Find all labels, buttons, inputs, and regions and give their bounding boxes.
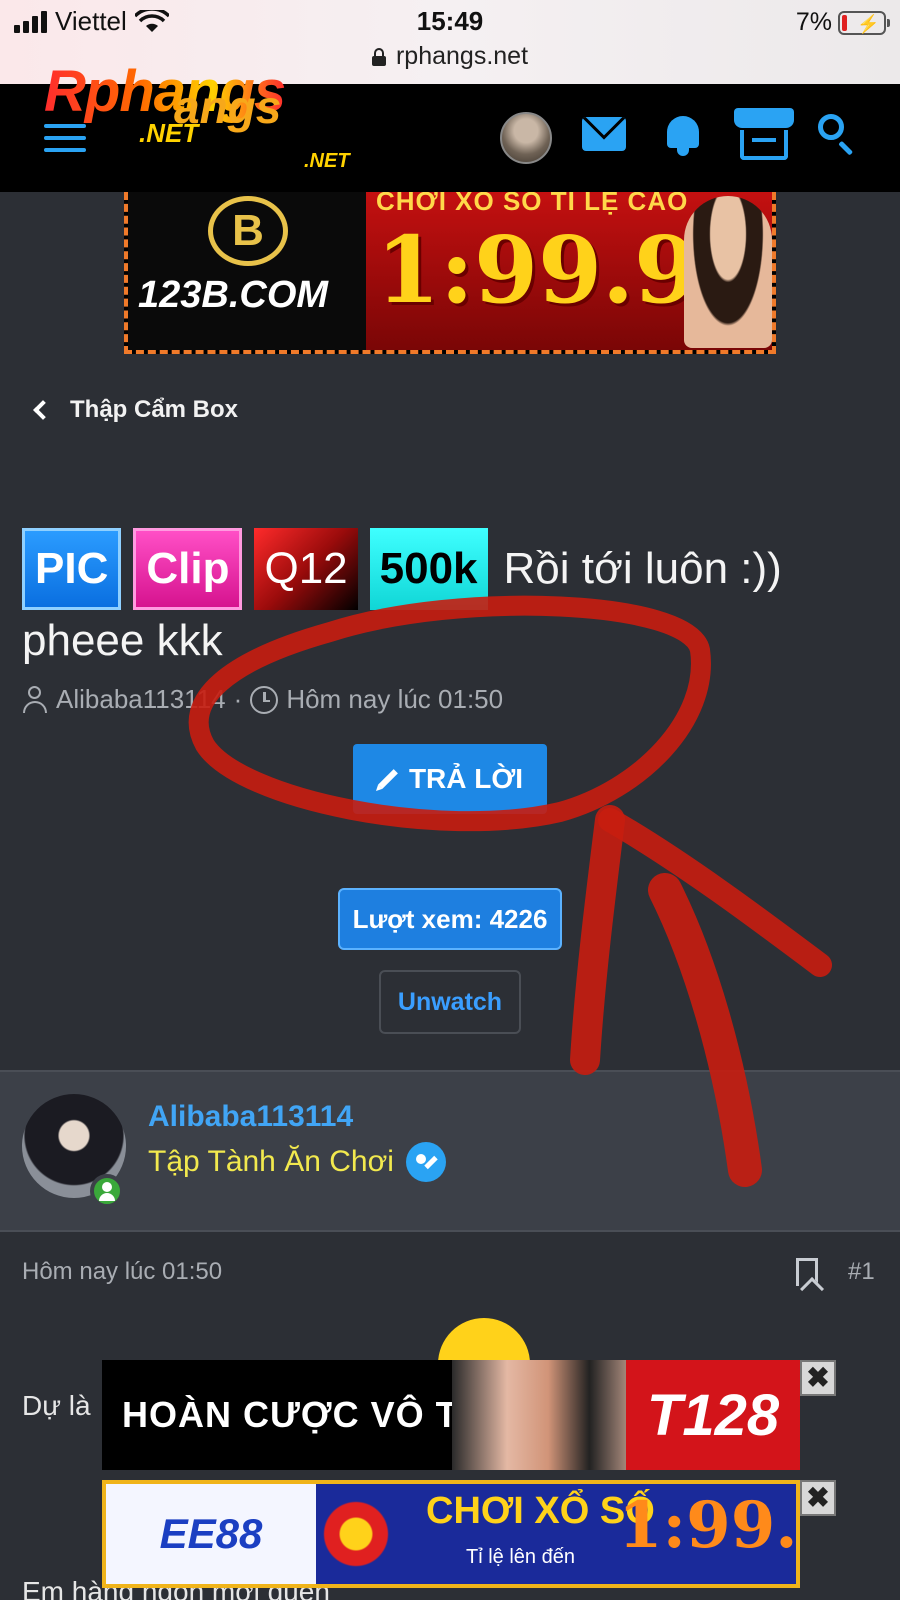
prefix-q12[interactable]: Q12 bbox=[254, 528, 358, 610]
ad-banner-top[interactable]: B 123B.COM CHƠI XỔ SỐ TỈ LỆ CAO 1:99.9 bbox=[124, 192, 776, 354]
ad-banner-bottom-1[interactable]: HOÀN CƯỢC VÔ TẬN T128 bbox=[102, 1360, 800, 1470]
post-date[interactable]: Hôm nay lúc 01:50 bbox=[22, 1258, 222, 1286]
ad-top-model-image bbox=[684, 196, 772, 348]
charging-icon: ⚡ bbox=[857, 13, 880, 34]
thread-author[interactable]: Alibaba113114 bbox=[56, 684, 226, 715]
breadcrumb[interactable]: Thập Cẩm Box bbox=[33, 396, 239, 424]
annotation-arrow-left bbox=[570, 805, 625, 1075]
bookmark-icon[interactable] bbox=[796, 1258, 818, 1286]
ad-bottom-2-text-2: Tỉ lệ lên đến bbox=[466, 1546, 575, 1568]
reply-button[interactable]: TRẢ LỜI bbox=[353, 744, 547, 814]
unwatch-button[interactable]: Unwatch bbox=[379, 970, 521, 1034]
site-header: Rphangs angs .NET .NET bbox=[0, 59, 900, 192]
ad-bottom-2-image bbox=[316, 1484, 416, 1584]
rank-badge-icon bbox=[405, 1142, 446, 1182]
thread-title-text: Rồi tới luôn :)) bbox=[503, 544, 782, 593]
annotation-arrow-right bbox=[598, 808, 832, 977]
close-ad-icon[interactable]: ✖ bbox=[800, 1480, 836, 1516]
thread-title-line-1: PIC Clip Q12 500k Rồi tới luôn :)) bbox=[22, 528, 882, 610]
bell-icon[interactable] bbox=[663, 112, 703, 158]
ad-top-tagline: CHƠI XỔ SỐ TỈ LỆ CAO bbox=[376, 192, 689, 216]
thread-time[interactable]: Hôm nay lúc 01:50 bbox=[286, 684, 503, 715]
battery-icon: ⚡ bbox=[838, 10, 890, 35]
site-logo[interactable]: Rphangs angs .NET .NET bbox=[44, 58, 404, 188]
reply-label: TRẢ LỜI bbox=[408, 763, 524, 794]
user-icon bbox=[22, 685, 48, 714]
url-text: rphangs.net bbox=[395, 42, 529, 70]
meta-separator: · bbox=[233, 684, 243, 714]
status-right: 7% ⚡ bbox=[795, 8, 890, 37]
ad-top-left: B 123B.COM bbox=[128, 192, 366, 350]
user-avatar[interactable] bbox=[500, 112, 552, 164]
ad-top-ratio: 1:99.9 bbox=[376, 216, 699, 324]
post-number[interactable]: #1 bbox=[848, 1258, 875, 1286]
logo-net: .NET bbox=[139, 118, 199, 148]
ad-banner-bottom-2[interactable]: EE88 CHƠI XỔ SỐ Tỉ lệ lên đến 1:99.9 bbox=[102, 1480, 800, 1588]
ad-top-logo: B bbox=[208, 196, 288, 266]
ad-bottom-2-brand: EE88 bbox=[106, 1484, 316, 1584]
post-author-block: Alibaba113114 Tập Tành Ăn Chơi bbox=[0, 1070, 900, 1232]
clock-icon bbox=[250, 685, 279, 714]
ad-bottom-2-ratio: 1:99.9 bbox=[618, 1488, 798, 1563]
author-rank-label: Tập Tành Ăn Chơi bbox=[148, 1145, 394, 1178]
mail-icon[interactable] bbox=[582, 117, 626, 151]
views-count-button[interactable]: Lượt xem: 4226 bbox=[338, 888, 562, 950]
post-body-line-1: Dự là bbox=[22, 1390, 91, 1421]
thread-title-line-2: pheee kkk bbox=[22, 616, 223, 665]
thread-title: PIC Clip Q12 500k Rồi tới luôn :)) pheee… bbox=[22, 528, 882, 666]
store-icon[interactable] bbox=[734, 108, 794, 162]
ad-bottom-1-brand: T128 bbox=[626, 1360, 800, 1470]
prefix-clip[interactable]: Clip bbox=[133, 528, 243, 610]
pencil-icon bbox=[378, 769, 398, 789]
author-rank: Tập Tành Ăn Chơi bbox=[148, 1142, 446, 1182]
author-name[interactable]: Alibaba113114 bbox=[148, 1100, 353, 1134]
close-ad-icon[interactable]: ✖ bbox=[800, 1360, 836, 1396]
logo-net-2: .NET bbox=[304, 150, 350, 172]
prefix-500k[interactable]: 500k bbox=[369, 528, 488, 610]
search-icon[interactable] bbox=[818, 114, 860, 156]
battery-percent: 7% bbox=[795, 8, 832, 36]
ad-top-domain: 123B.COM bbox=[138, 274, 329, 316]
breadcrumb-label: Thập Cẩm Box bbox=[70, 396, 239, 423]
ad-top-right: CHƠI XỔ SỐ TỈ LỆ CAO 1:99.9 bbox=[366, 192, 772, 350]
thread-meta: Alibaba113114 · Hôm nay lúc 01:50 bbox=[22, 684, 503, 715]
chevron-left-icon bbox=[33, 400, 53, 420]
prefix-pic[interactable]: PIC bbox=[22, 528, 122, 610]
online-status-icon bbox=[90, 1174, 124, 1208]
status-time: 15:49 bbox=[416, 6, 484, 36]
